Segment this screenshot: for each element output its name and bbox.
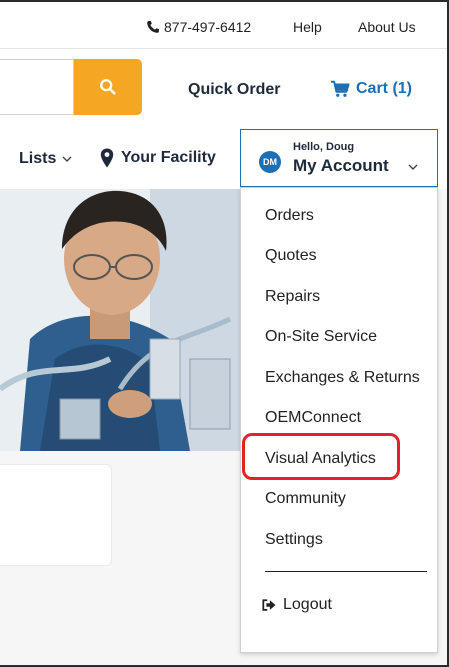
account-greeting: Hello, Doug [293,141,355,153]
menu-item-oemconnect[interactable]: OEMConnect [265,409,361,427]
logout-button[interactable]: Logout [261,596,332,614]
quick-order-link[interactable]: Quick Order [188,81,280,99]
menu-item-community[interactable]: Community [265,490,346,508]
about-us-link[interactable]: About Us [358,19,416,35]
menu-item-on-site-service[interactable]: On-Site Service [265,328,377,346]
menu-item-settings[interactable]: Settings [265,531,323,549]
phone-icon [147,21,159,33]
annotation-highlight-box [242,433,400,480]
chevron-down-icon [408,164,418,170]
cart-link[interactable]: Cart (1) [330,80,412,98]
phone-link[interactable]: 877-497-6412 [146,19,251,35]
logout-icon [262,599,276,611]
phone-number: 877-497-6412 [164,19,252,35]
cart-icon [331,80,350,97]
nav-lists-label: Lists [19,150,57,167]
search-row: Quick Order Cart (1) [0,49,447,129]
nav-lists[interactable]: Lists [19,150,72,168]
menu-item-quotes[interactable]: Quotes [265,247,317,265]
help-link[interactable]: Help [293,19,322,35]
account-dropdown-menu: Orders Quotes Repairs On-Site Service Ex… [240,187,438,653]
my-account-button[interactable]: DM Hello, Doug My Account [240,129,438,187]
utility-bar: 877-497-6412 Help About Us [0,2,447,49]
nav-your-facility[interactable]: Your Facility [100,148,216,168]
logout-label: Logout [283,596,332,613]
map-pin-icon [100,148,114,168]
search-button[interactable] [74,59,142,115]
menu-divider [265,571,427,572]
cart-label: Cart (1) [356,80,413,97]
menu-item-orders[interactable]: Orders [265,207,314,225]
hero-image [0,189,260,451]
avatar: DM [259,151,281,173]
chevron-down-icon [62,156,72,162]
menu-item-repairs[interactable]: Repairs [265,288,320,306]
search-icon [100,79,116,95]
content-card [0,464,112,566]
search-input[interactable] [0,59,74,115]
technician-photo [0,189,260,451]
menu-item-exchanges-returns[interactable]: Exchanges & Returns [265,369,420,387]
page-frame: 877-497-6412 Help About Us Quick Order C… [0,0,449,667]
account-label: My Account [293,156,389,175]
nav-your-facility-label: Your Facility [121,149,216,166]
